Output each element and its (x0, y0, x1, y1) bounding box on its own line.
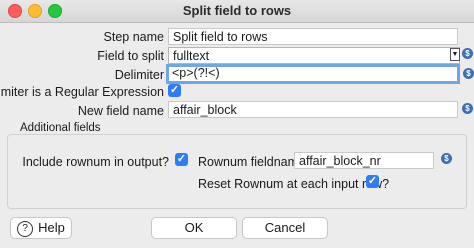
variable-icon[interactable]: $ (462, 48, 473, 59)
help-button[interactable]: ? Help (10, 217, 72, 239)
delimiter-regex-checkbox[interactable]: ✓ (168, 84, 181, 97)
delimiter-input[interactable]: <p>(?!<) (166, 64, 460, 84)
step-name-label: Step name (103, 30, 164, 44)
cancel-button[interactable]: Cancel (242, 217, 328, 239)
window-title: Split field to rows (182, 3, 292, 18)
new-field-name-input[interactable]: affair_block (168, 101, 458, 118)
variable-icon[interactable]: $ (462, 103, 473, 114)
help-icon: ? (17, 220, 34, 237)
variable-icon[interactable]: $ (441, 153, 452, 164)
additional-fields-title: Additional fields (20, 122, 101, 134)
additional-fields-group (7, 134, 467, 209)
new-field-name-label: New field name (77, 104, 164, 118)
delimiter-regex-label: Delimiter is a Regular Expression (0, 85, 164, 99)
step-name-input[interactable]: Split field to rows (168, 28, 458, 45)
reset-rownum-label: Reset Rownum at each input row? (198, 177, 390, 191)
field-to-split-dropdown[interactable]: fulltext (168, 47, 460, 64)
delimiter-label: Delimiter (114, 68, 164, 82)
include-rownum-label: Include rownum in output? (22, 155, 169, 169)
variable-icon[interactable]: $ (463, 68, 474, 79)
dropdown-arrow-icon[interactable]: ▼ (450, 48, 460, 61)
title-bar: Split field to rows (0, 0, 474, 23)
help-button-label: Help (38, 220, 65, 235)
reset-rownum-checkbox[interactable]: ✓ (366, 175, 379, 188)
field-to-split-value: fulltext (173, 49, 210, 63)
ok-button[interactable]: OK (151, 217, 237, 239)
include-rownum-checkbox[interactable]: ✓ (175, 153, 188, 166)
field-to-split-label: Field to split (97, 49, 164, 63)
rownum-fieldname-label: Rownum fieldname (198, 155, 305, 169)
rownum-fieldname-input[interactable]: affair_block_nr (294, 152, 434, 169)
